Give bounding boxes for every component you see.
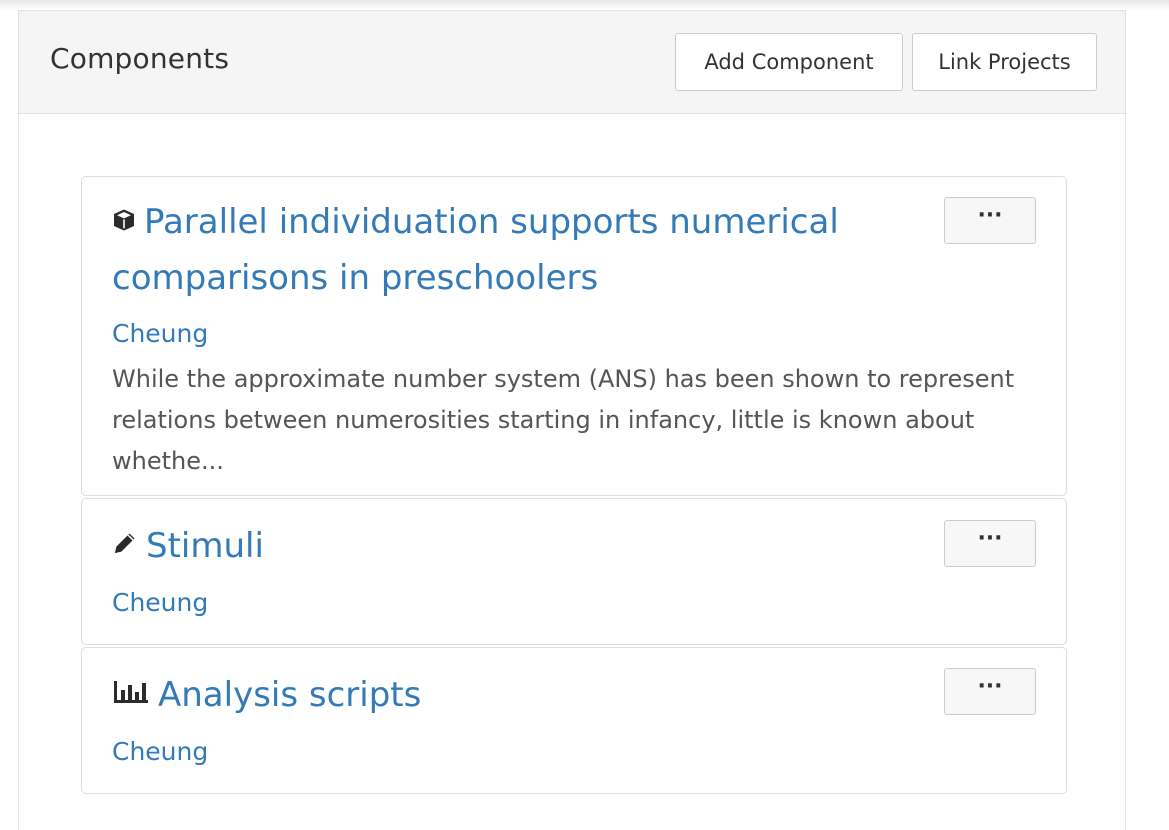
- contributor-link[interactable]: Cheung: [112, 319, 208, 348]
- components-panel: Components Add Component Link Projects P…: [18, 10, 1126, 830]
- component-title-link[interactable]: Analysis scripts: [112, 668, 892, 724]
- panel-heading: Components Add Component Link Projects: [19, 11, 1125, 114]
- link-projects-button[interactable]: Link Projects: [912, 33, 1097, 91]
- component-description: While the approximate number system (ANS…: [112, 365, 1015, 475]
- component-options-button[interactable]: ···: [944, 520, 1036, 567]
- component-title-link[interactable]: Parallel individuation supports numerica…: [112, 195, 892, 305]
- component-item: Parallel individuation supports numerica…: [81, 176, 1067, 496]
- bar-chart-icon: [112, 667, 150, 721]
- component-options-button[interactable]: ···: [944, 668, 1036, 715]
- component-options-button[interactable]: ···: [944, 197, 1036, 244]
- component-title-link[interactable]: Stimuli: [112, 519, 892, 575]
- component-item: Stimuli ··· Cheung: [81, 498, 1067, 645]
- panel-title: Components: [50, 42, 230, 75]
- top-edge-shadow: [0, 0, 1169, 10]
- contributor-link[interactable]: Cheung: [112, 737, 208, 766]
- add-component-button[interactable]: Add Component: [675, 33, 903, 91]
- component-title: Stimuli: [146, 526, 264, 566]
- component-title: Parallel individuation supports numerica…: [112, 202, 839, 298]
- component-item: Analysis scripts ··· Cheung: [81, 647, 1067, 794]
- cube-icon: [112, 194, 136, 248]
- component-title: Analysis scripts: [158, 675, 422, 715]
- contributor-link[interactable]: Cheung: [112, 588, 208, 617]
- pencil-icon: [112, 518, 138, 572]
